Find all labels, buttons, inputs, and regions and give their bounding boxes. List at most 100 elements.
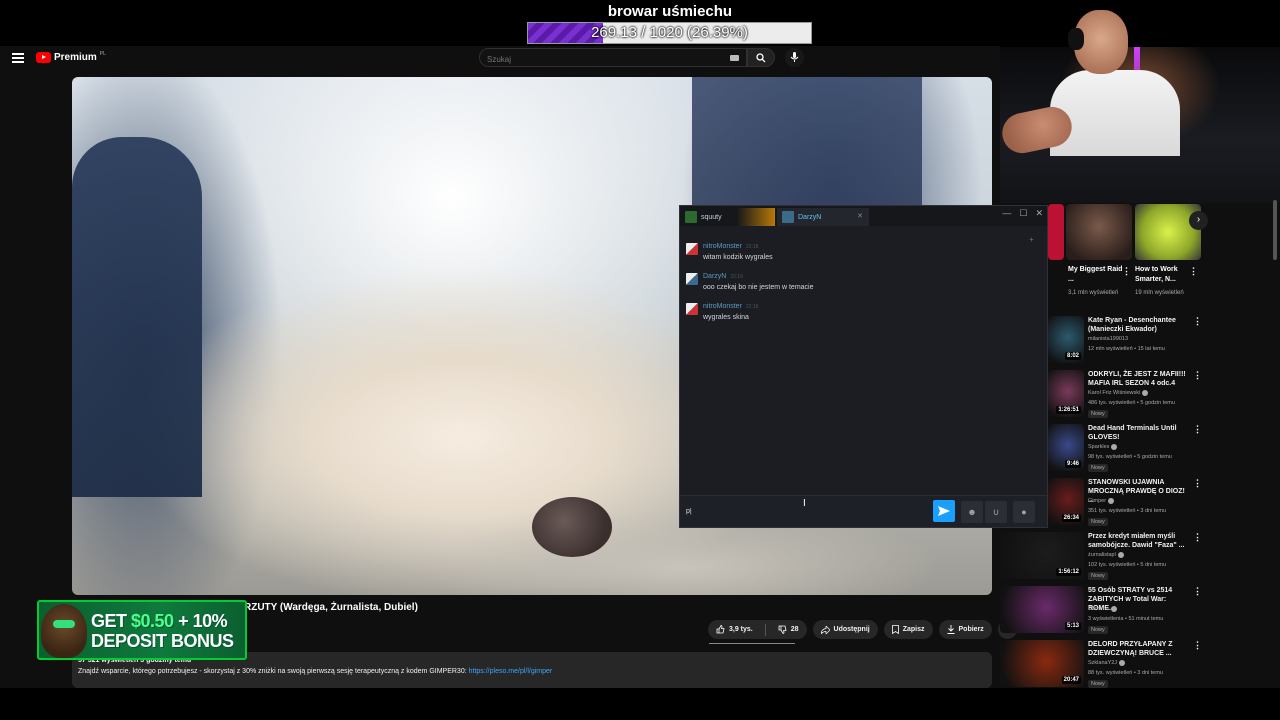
recommendation-stats: 486 tys. wyświetleń • 5 godzin temu	[1088, 400, 1175, 406]
recommendation-channel[interactable]: milanista199013	[1088, 336, 1128, 342]
emoticon-icon[interactable]: ☻	[961, 501, 983, 523]
recommendation-thumbnail[interactable]: 26:34	[1048, 478, 1084, 525]
search-button[interactable]	[747, 48, 775, 67]
webcam-streamer-body	[1050, 70, 1180, 156]
chat-message-text: witam kodzik wygrales	[703, 254, 773, 261]
sidebar-scrollbar[interactable]	[1273, 200, 1277, 260]
deposit-bonus-ad[interactable]: GET $0.50 + 10% DEPOSIT BONUS	[37, 600, 247, 660]
like-separator	[764, 623, 766, 636]
short-title[interactable]: My Biggest Raid ...	[1068, 265, 1124, 285]
close-icon[interactable]: ✕	[1035, 208, 1043, 219]
recommendation-channel[interactable]: Domena	[1088, 606, 1117, 612]
search-input[interactable]	[487, 55, 717, 64]
chat-message-text: wygrales skina	[703, 314, 749, 321]
chat-tab-squuty[interactable]: squuty	[680, 208, 775, 226]
video-frame-nurse	[72, 137, 202, 497]
recommendation-title[interactable]: Kate Ryan - Desenchantee (Manieczki Ekwa…	[1088, 316, 1190, 334]
verified-icon	[1117, 552, 1124, 558]
logo-region: PL	[99, 50, 106, 57]
recommendation-channel[interactable]: SzklanaY2J	[1088, 660, 1126, 667]
chat-message-author[interactable]: DarzyN 22:19	[703, 273, 743, 280]
chat-message-author[interactable]: nitroMonster 22:18	[703, 243, 758, 250]
add-friend-icon[interactable]: +	[1029, 235, 1038, 244]
attachment-icon[interactable]: ∪	[985, 501, 1007, 523]
chat-message-author[interactable]: nitroMonster 22:19	[703, 303, 758, 310]
recommendation-item[interactable]: 1:56:12 Przez kredyt miałem myśli samobój…	[1000, 532, 1280, 582]
recommendation-channel[interactable]: Sparkles	[1088, 444, 1118, 450]
goal-progress-bar: 269.13 / 1020 (26.39%)	[527, 22, 812, 44]
recommendation-more-button[interactable]: ⋮	[1193, 424, 1202, 435]
tab-close-icon[interactable]: ✕	[857, 212, 863, 220]
chat-avatar[interactable]	[686, 243, 698, 255]
recommendation-channel[interactable]: Gimper	[1088, 498, 1115, 505]
send-button[interactable]	[933, 500, 955, 522]
ad-line-1-highlight: $0.50	[131, 611, 174, 631]
video-duration: 1:26:51	[1056, 406, 1081, 414]
video-duration: 1:56:12	[1056, 568, 1081, 576]
recommendation-more-button[interactable]: ⋮	[1193, 640, 1202, 651]
chat-message-time: 22:18	[745, 244, 759, 250]
recommendation-thumbnail[interactable]: 8:02	[1048, 316, 1084, 363]
description-link[interactable]: https://pleso.me/pl/l/gimper	[469, 668, 553, 675]
minimize-icon[interactable]: —	[1002, 208, 1011, 219]
short-more-button[interactable]: ⋮	[1122, 266, 1131, 277]
recommendation-more-button[interactable]: ⋮	[1193, 370, 1202, 381]
recommendation-stats: 351 tys. wyświetleń • 3 dni temu	[1088, 508, 1167, 514]
shorts-next-arrow-icon[interactable]: ›	[1189, 211, 1208, 230]
recommendation-title[interactable]: DELORD PRZYŁAPANY Z DZIEWCZYNĄ! BRUCE ..…	[1088, 640, 1190, 658]
short-thumbnail[interactable]	[1048, 204, 1064, 260]
short-thumbnail[interactable]	[1066, 204, 1132, 260]
recommendation-more-button[interactable]: ⋮	[1193, 586, 1202, 597]
short-thumbnail[interactable]	[1135, 204, 1201, 260]
channel-name: Gimper	[1088, 498, 1107, 505]
download-button[interactable]: Pobierz	[938, 620, 992, 639]
recommendation-channel[interactable]: żurnalistapl	[1088, 552, 1124, 558]
dislike-button[interactable]: 28	[770, 620, 807, 639]
like-dislike-group: 3,9 tys. 28	[708, 620, 807, 639]
goal-progress-text: 269.13 / 1020 (26.39%)	[591, 24, 748, 41]
dislike-count: 28	[790, 626, 799, 633]
youtube-logo[interactable]: Premium PL	[36, 50, 106, 63]
video-title: RZUTY (Wardęga, Żurnalista, Dubiel)	[244, 602, 418, 613]
recommendation-thumbnail[interactable]: 1:56:12	[1000, 532, 1084, 579]
video-duration: 9:46	[1064, 460, 1081, 468]
channel-name: żurnalistapl	[1088, 552, 1116, 559]
video-duration: 5:13	[1064, 622, 1081, 630]
new-badge: Nowy	[1088, 626, 1108, 634]
voice-icon[interactable]: ●	[1013, 501, 1035, 523]
mic-icon	[790, 52, 799, 62]
chat-avatar[interactable]	[686, 273, 698, 285]
recommendation-more-button[interactable]: ⋮	[1193, 316, 1202, 327]
short-more-button[interactable]: ⋮	[1189, 266, 1198, 277]
new-badge: Nowy	[1088, 464, 1108, 472]
ad-line-2: DEPOSIT BONUS	[91, 631, 234, 651]
description-text: Znajdź wsparcie, którego potrzebujesz - …	[78, 668, 469, 675]
recommendation-stats: 98 tys. wyświetleń • 5 godzin temu	[1088, 454, 1172, 460]
chat-avatar[interactable]	[686, 303, 698, 315]
recommendation-title[interactable]: Przez kredyt miałem myśli samobójcze. Da…	[1088, 532, 1190, 550]
download-label: Pobierz	[958, 626, 984, 633]
recommendation-title[interactable]: ODKRYLI, ŻE JEST Z MAFII!!! MAFIA IRL SE…	[1088, 370, 1190, 388]
share-button[interactable]: Udostępnij	[812, 620, 878, 639]
recommendation-item[interactable]: 5:13 55 Osób STRATY vs 2514 ZABITYCH w To…	[1000, 586, 1280, 636]
keyboard-icon[interactable]	[730, 55, 739, 61]
chat-tab-darzyn[interactable]: DarzyN ✕	[777, 208, 869, 226]
recommendation-title[interactable]: Dead Hand Terminals Until GLOVES!	[1088, 424, 1190, 442]
recommendation-more-button[interactable]: ⋮	[1193, 478, 1202, 489]
recommendation-item[interactable]: 20:47 DELORD PRZYŁAPANY Z DZIEWCZYNĄ! BRU…	[1000, 640, 1280, 690]
menu-icon[interactable]	[12, 53, 24, 63]
recommendation-thumbnail[interactable]: 1:26:51	[1048, 370, 1084, 417]
like-button[interactable]: 3,9 tys.	[708, 620, 761, 639]
recommendation-thumbnail[interactable]: 20:47	[1000, 640, 1084, 687]
recommendation-more-button[interactable]: ⋮	[1193, 532, 1202, 543]
chat-message-input[interactable]	[682, 499, 932, 523]
short-title[interactable]: How to Work Smarter, N...	[1135, 265, 1191, 285]
maximize-icon[interactable]: ☐	[1019, 208, 1027, 219]
save-button[interactable]: Zapisz	[883, 620, 933, 639]
recommendation-thumbnail[interactable]: 5:13	[1000, 586, 1084, 633]
channel-name: SzklanaY2J	[1088, 660, 1118, 667]
recommendation-channel[interactable]: Karol Friz Wiśniewski	[1088, 390, 1149, 396]
recommendation-thumbnail[interactable]: 9:46	[1048, 424, 1084, 471]
voice-search-button[interactable]	[785, 48, 804, 67]
chat-input-area: ☻ ∪ ●	[680, 495, 1047, 527]
